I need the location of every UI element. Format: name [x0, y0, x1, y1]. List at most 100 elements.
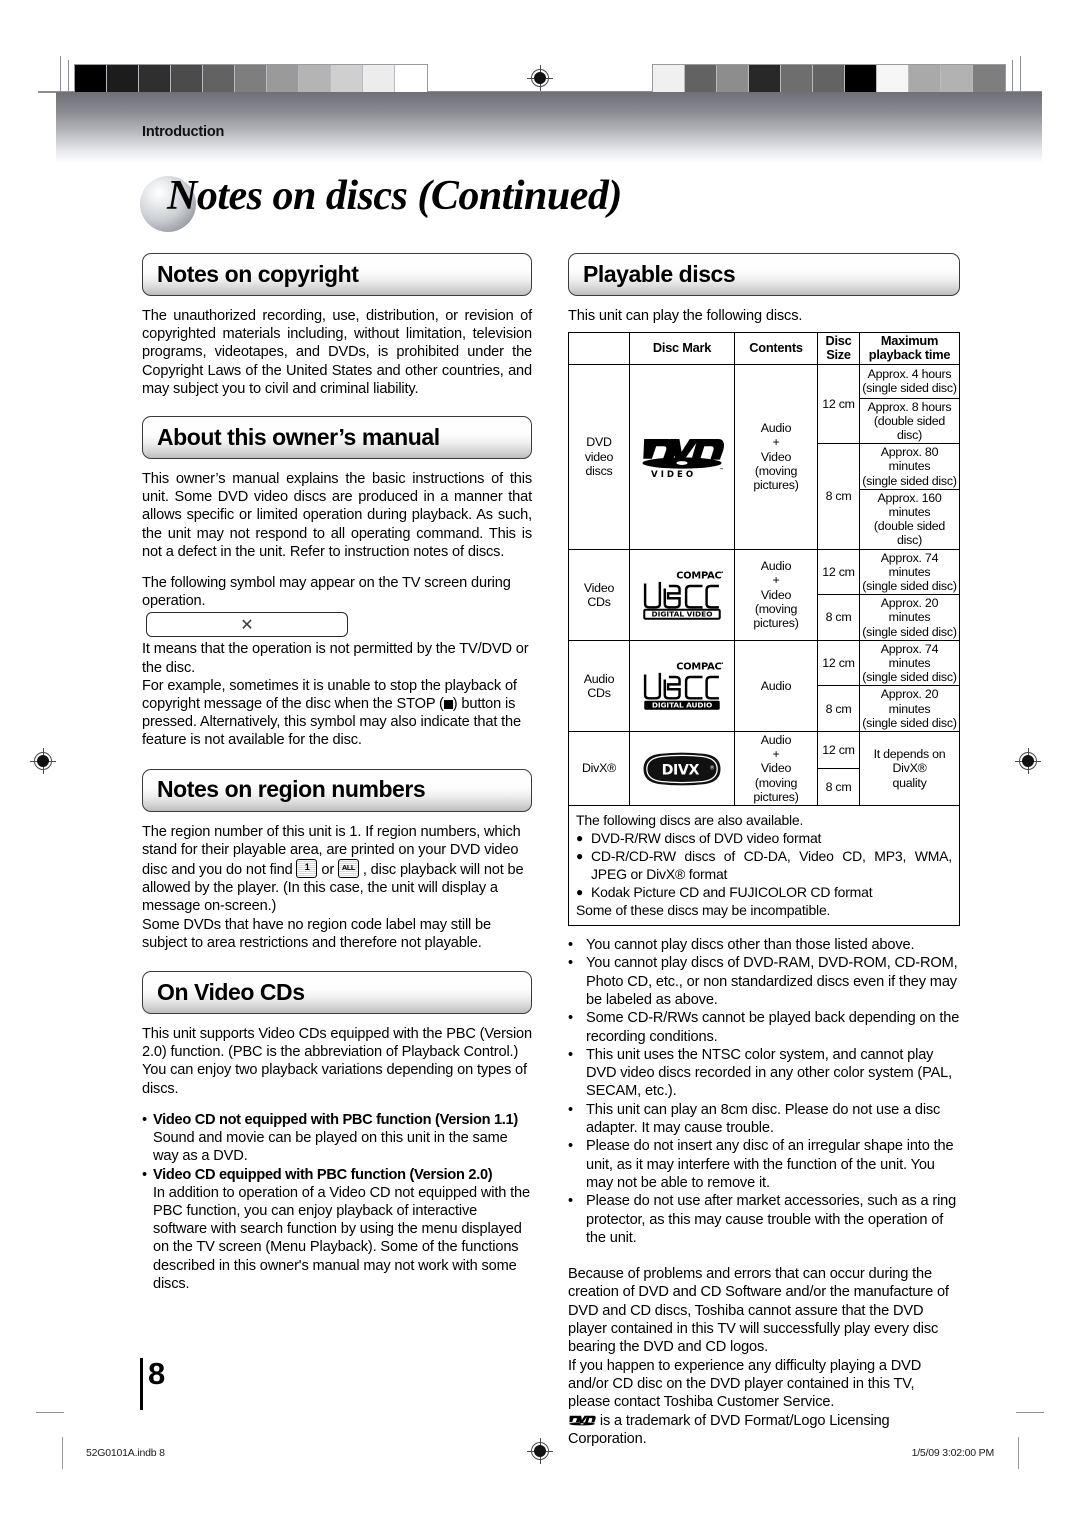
- row-category-dvd: DVD video discs: [568, 363, 630, 550]
- footer-rule-left: [62, 1437, 63, 1469]
- th-disc-size-l2: Size: [826, 347, 851, 363]
- th-disc-size: Disc Size: [817, 332, 860, 365]
- table-row-divx-1: DivX® DIVX ® Audio + Video (moving pictu…: [568, 731, 960, 807]
- playable-notes-list: • You cannot play discs other than those …: [568, 936, 960, 1247]
- dvd-video-logo: VIDEO ™: [642, 438, 725, 479]
- row-size-videocd-12cm: 12 cm: [817, 548, 860, 596]
- also-item-1-text: DVD-R/RW discs of DVD video format: [591, 830, 822, 847]
- time-l1: Approx. 8 hours: [867, 399, 952, 414]
- heading-notes-on-region-numbers: Notes on region numbers: [142, 768, 532, 812]
- time-l1: Approx. 74 minutes: [880, 641, 939, 671]
- svg-text:DIGITAL AUDIO: DIGITAL AUDIO: [652, 701, 712, 710]
- registration-mark-left: [30, 748, 56, 774]
- th-contents: Contents: [734, 332, 818, 365]
- also-available-box: The following discs are also available. …: [568, 806, 960, 927]
- row-category-audiocd: Audio CDs: [568, 639, 630, 733]
- time-l2: (double sided disc): [873, 413, 946, 443]
- contents-l3: Video: [760, 449, 792, 464]
- row-size-dvd-8cm: 8 cm: [817, 443, 860, 550]
- row-contents-dvd: Audio + Video (moving pictures): [734, 363, 818, 550]
- table-row-audiocd-1: Audio CDs COMPACT DIGITAL AUDIO Audio 12…: [568, 639, 960, 733]
- row-time-videocd-8cm: Approx. 20 minutes (single sided disc): [859, 594, 960, 641]
- heading-playable-discs: Playable discs: [568, 253, 960, 296]
- playable-discs-table: Disc Mark Contents Disc Size Maximum playb…: [568, 332, 960, 807]
- bullet-dot-icon: •: [568, 1010, 573, 1027]
- svg-text:VIDEO: VIDEO: [651, 469, 696, 479]
- note-text: Please do not use after market accessori…: [586, 1193, 957, 1246]
- manual-paragraph-2: The following symbol may appear on the T…: [142, 575, 511, 610]
- manual-paragraph-3a: It means that the operation is not permi…: [142, 641, 529, 676]
- bullet-dot-icon: •: [568, 1138, 573, 1155]
- left-column: Notes on copyright The unauthorized reco…: [142, 253, 532, 1293]
- compact-disc-digital-video-logo: COMPACT DIGITAL VIDEO: [643, 570, 723, 620]
- region-all-icon-label: ALL: [341, 863, 356, 873]
- time-l1: Approx. 20 minutes: [880, 687, 939, 716]
- row-contents-audiocd: Audio: [734, 639, 818, 733]
- heading-about-this-owners-manual: About this owner’s manual: [142, 416, 532, 460]
- table-row-dvd-1: DVD video discs VIDEO ™ Audio + Video (m…: [568, 363, 960, 550]
- note-item: • Some CD-R/RWs cannot be played back dep…: [568, 1009, 960, 1046]
- registration-mark-top: [527, 65, 553, 91]
- heading-notes-on-copyright-label: Notes on copyright: [157, 260, 359, 287]
- row-size-audiocd-8cm: 8 cm: [817, 685, 860, 733]
- also-intro: The following discs are also available.: [576, 812, 804, 829]
- divx-logo: DIVX ®: [643, 752, 721, 785]
- row-time-dvd-8cm-a: Approx. 80 minutes (single sided disc): [859, 443, 960, 490]
- manual-paragraph-1: This owner’s manual explains the basic i…: [142, 471, 532, 560]
- contents-l5: pictures): [753, 789, 799, 804]
- row-time-dvd-12cm-a: Approx. 4 hours (single sided disc): [859, 363, 960, 399]
- row-size-audiocd-12cm: 12 cm: [817, 639, 860, 687]
- region-paragraph-2: Some DVDs that have no region code label…: [142, 916, 491, 951]
- cat-l2: CDs: [587, 685, 611, 700]
- note-text: You cannot play discs of DVD-RAM, DVD-RO…: [586, 955, 958, 1008]
- trim-mark-left-upper: [36, 1412, 64, 1413]
- cat-l1: Video: [583, 580, 615, 595]
- also-item-1: ● DVD-R/RW discs of DVD video format: [576, 829, 952, 847]
- table-row-videocd-1: Video CDs COMPACT DIGITAL VIDEO Audio + …: [568, 548, 960, 641]
- bullet-body: Sound and movie can be played on this un…: [153, 1130, 508, 1165]
- region-1-icon-label: 1: [304, 862, 310, 873]
- video-cds-paragraph: This unit supports Video CDs equipped wi…: [142, 1026, 532, 1097]
- video-cd-bullet-1: • Video CD not equipped with PBC functio…: [142, 1111, 532, 1166]
- bullet-dot-icon: •: [568, 937, 573, 954]
- prohibited-symbol-box: ✕: [146, 612, 348, 638]
- stop-square-icon: [443, 700, 453, 710]
- closing-paragraph-2: If you happen to experience any difficul…: [568, 1357, 922, 1411]
- time-l1: Approx. 80 minutes: [880, 445, 939, 474]
- cat-l2: CDs: [587, 594, 611, 609]
- row-time-videocd-12cm: Approx. 74 minutes (single sided disc): [859, 548, 960, 596]
- row-mark-divx: DIVX ®: [629, 731, 735, 807]
- row-mark-audiocd: COMPACT DIGITAL AUDIO: [629, 639, 735, 733]
- contents-l4: (moving: [754, 463, 798, 478]
- contents-l2: +: [772, 573, 780, 588]
- note-text: Some CD-R/RWs cannot be played back depe…: [586, 1010, 960, 1045]
- heading-about-manual-label: About this owner’s manual: [157, 423, 440, 450]
- bullet-dot-icon: •: [568, 1193, 573, 1210]
- manual-paragraph-3b: For example, sometimes it is unable to s…: [142, 677, 532, 750]
- row-size-divx-12cm: 12 cm: [817, 731, 860, 770]
- also-item-2: ● CD-R/CD-RW discs of CD-DA, Video CD, M…: [576, 847, 952, 883]
- contents-l5: pictures): [753, 616, 799, 631]
- time-l1: Approx. 160 minutes: [877, 490, 942, 520]
- trademark-text: is a trademark of DVD Format/Logo Licens…: [568, 1412, 890, 1447]
- row-category-videocd: Video CDs: [568, 548, 630, 641]
- bullet-body: In addition to operation of a Video CD n…: [153, 1184, 530, 1292]
- dvd-wordmark-icon: [569, 1415, 596, 1425]
- svg-text:DIGITAL VIDEO: DIGITAL VIDEO: [652, 609, 713, 618]
- note-item: • Please do not use after market accessor…: [568, 1192, 960, 1247]
- heading-notes-on-copyright: Notes on copyright: [142, 253, 532, 296]
- time-l2: (single sided disc): [862, 473, 957, 488]
- svg-text:COMPACT: COMPACT: [676, 662, 723, 673]
- time-l2: (double sided disc): [873, 519, 946, 548]
- time-l2: (single sided disc): [862, 715, 957, 730]
- time-l2: quality: [892, 775, 927, 790]
- also-item-2-text: CD-R/CD-RW discs of CD-DA, Video CD, MP3…: [591, 848, 952, 883]
- bullet-dot-icon: •: [568, 955, 573, 972]
- contents-l1: Audio: [760, 733, 792, 748]
- bullet-lead: Video CD equipped with PBC function (Ver…: [153, 1166, 493, 1183]
- table-header-row: Disc Mark Contents Disc Size Maximum playb…: [568, 332, 960, 365]
- region-paragraph-1: The region number of this unit is 1. If …: [142, 823, 532, 916]
- time-l2: (single sided disc): [862, 579, 957, 594]
- prohibited-x-icon: ✕: [240, 616, 254, 634]
- row-size-videocd-8cm: 8 cm: [817, 594, 860, 641]
